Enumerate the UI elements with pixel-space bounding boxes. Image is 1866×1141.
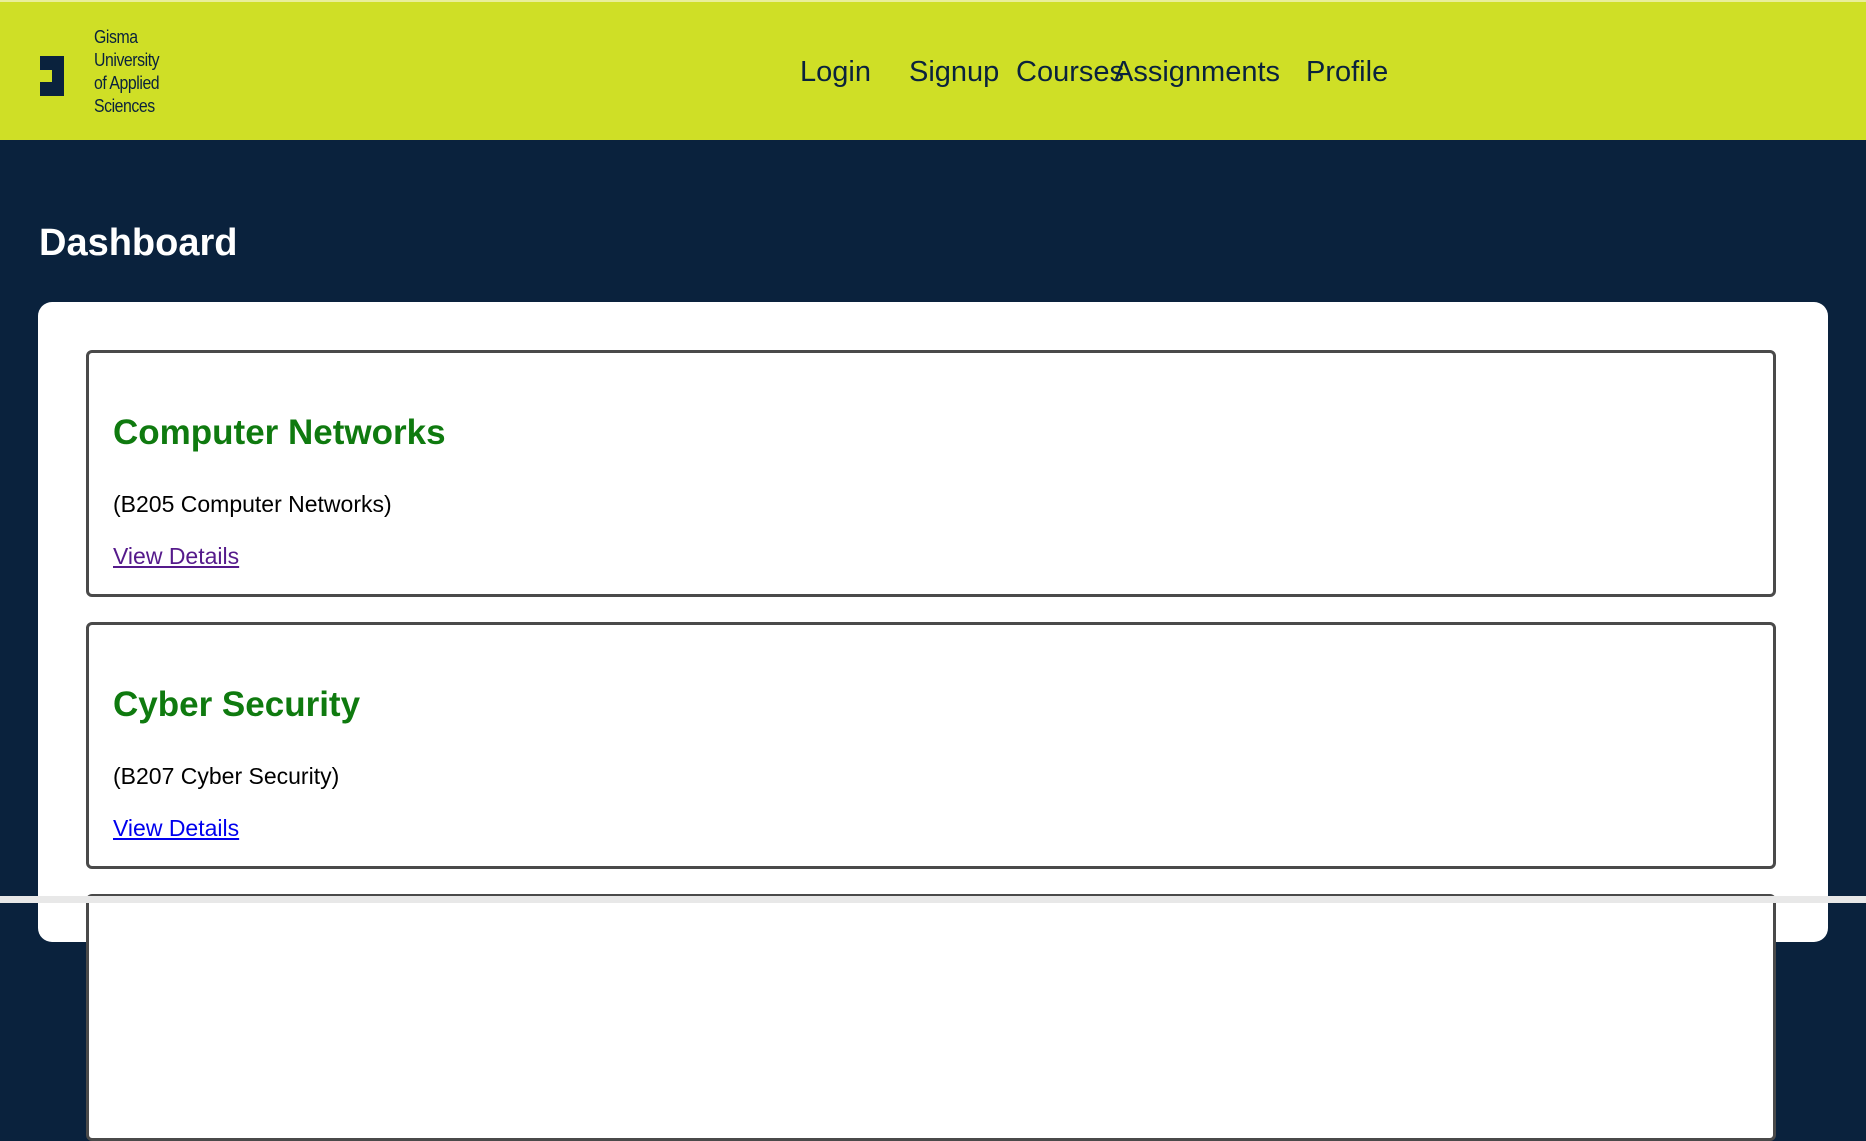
university-name: Gisma University of Applied Sciences (94, 26, 160, 118)
nav-courses-link[interactable]: Courses (1016, 56, 1124, 89)
site-header: Gisma University of Applied Sciences Log… (0, 0, 1866, 140)
page-title: Dashboard (39, 222, 238, 264)
university-logo[interactable]: Gisma University of Applied Sciences (40, 27, 168, 117)
course-code: (B205 Computer Networks) (113, 491, 392, 517)
logo-line-1: Gisma (94, 27, 138, 47)
view-details-link[interactable]: View Details (113, 815, 239, 842)
logo-line-3: of Applied (94, 73, 160, 93)
course-code: (B207 Cyber Security) (113, 763, 340, 789)
course-list-panel: Computer Networks (B205 Computer Network… (38, 302, 1828, 1141)
course-card (86, 894, 1776, 1141)
logo-line-4: Sciences (94, 96, 155, 116)
nav-profile-link[interactable]: Profile (1306, 56, 1388, 89)
gisma-logo-icon (40, 56, 70, 96)
nav-login-link[interactable]: Login (800, 56, 871, 89)
view-details-link[interactable]: View Details (113, 543, 239, 570)
nav-assignments-link[interactable]: Assignments (1114, 56, 1280, 89)
course-title: Cyber Security (113, 685, 361, 724)
course-card: Cyber Security (B207 Cyber Security) Vie… (86, 622, 1776, 869)
page-bottom-edge (0, 896, 1866, 903)
nav-signup-link[interactable]: Signup (909, 56, 999, 89)
course-title: Computer Networks (113, 413, 446, 452)
logo-line-2: University (94, 50, 160, 70)
course-card: Computer Networks (B205 Computer Network… (86, 350, 1776, 597)
